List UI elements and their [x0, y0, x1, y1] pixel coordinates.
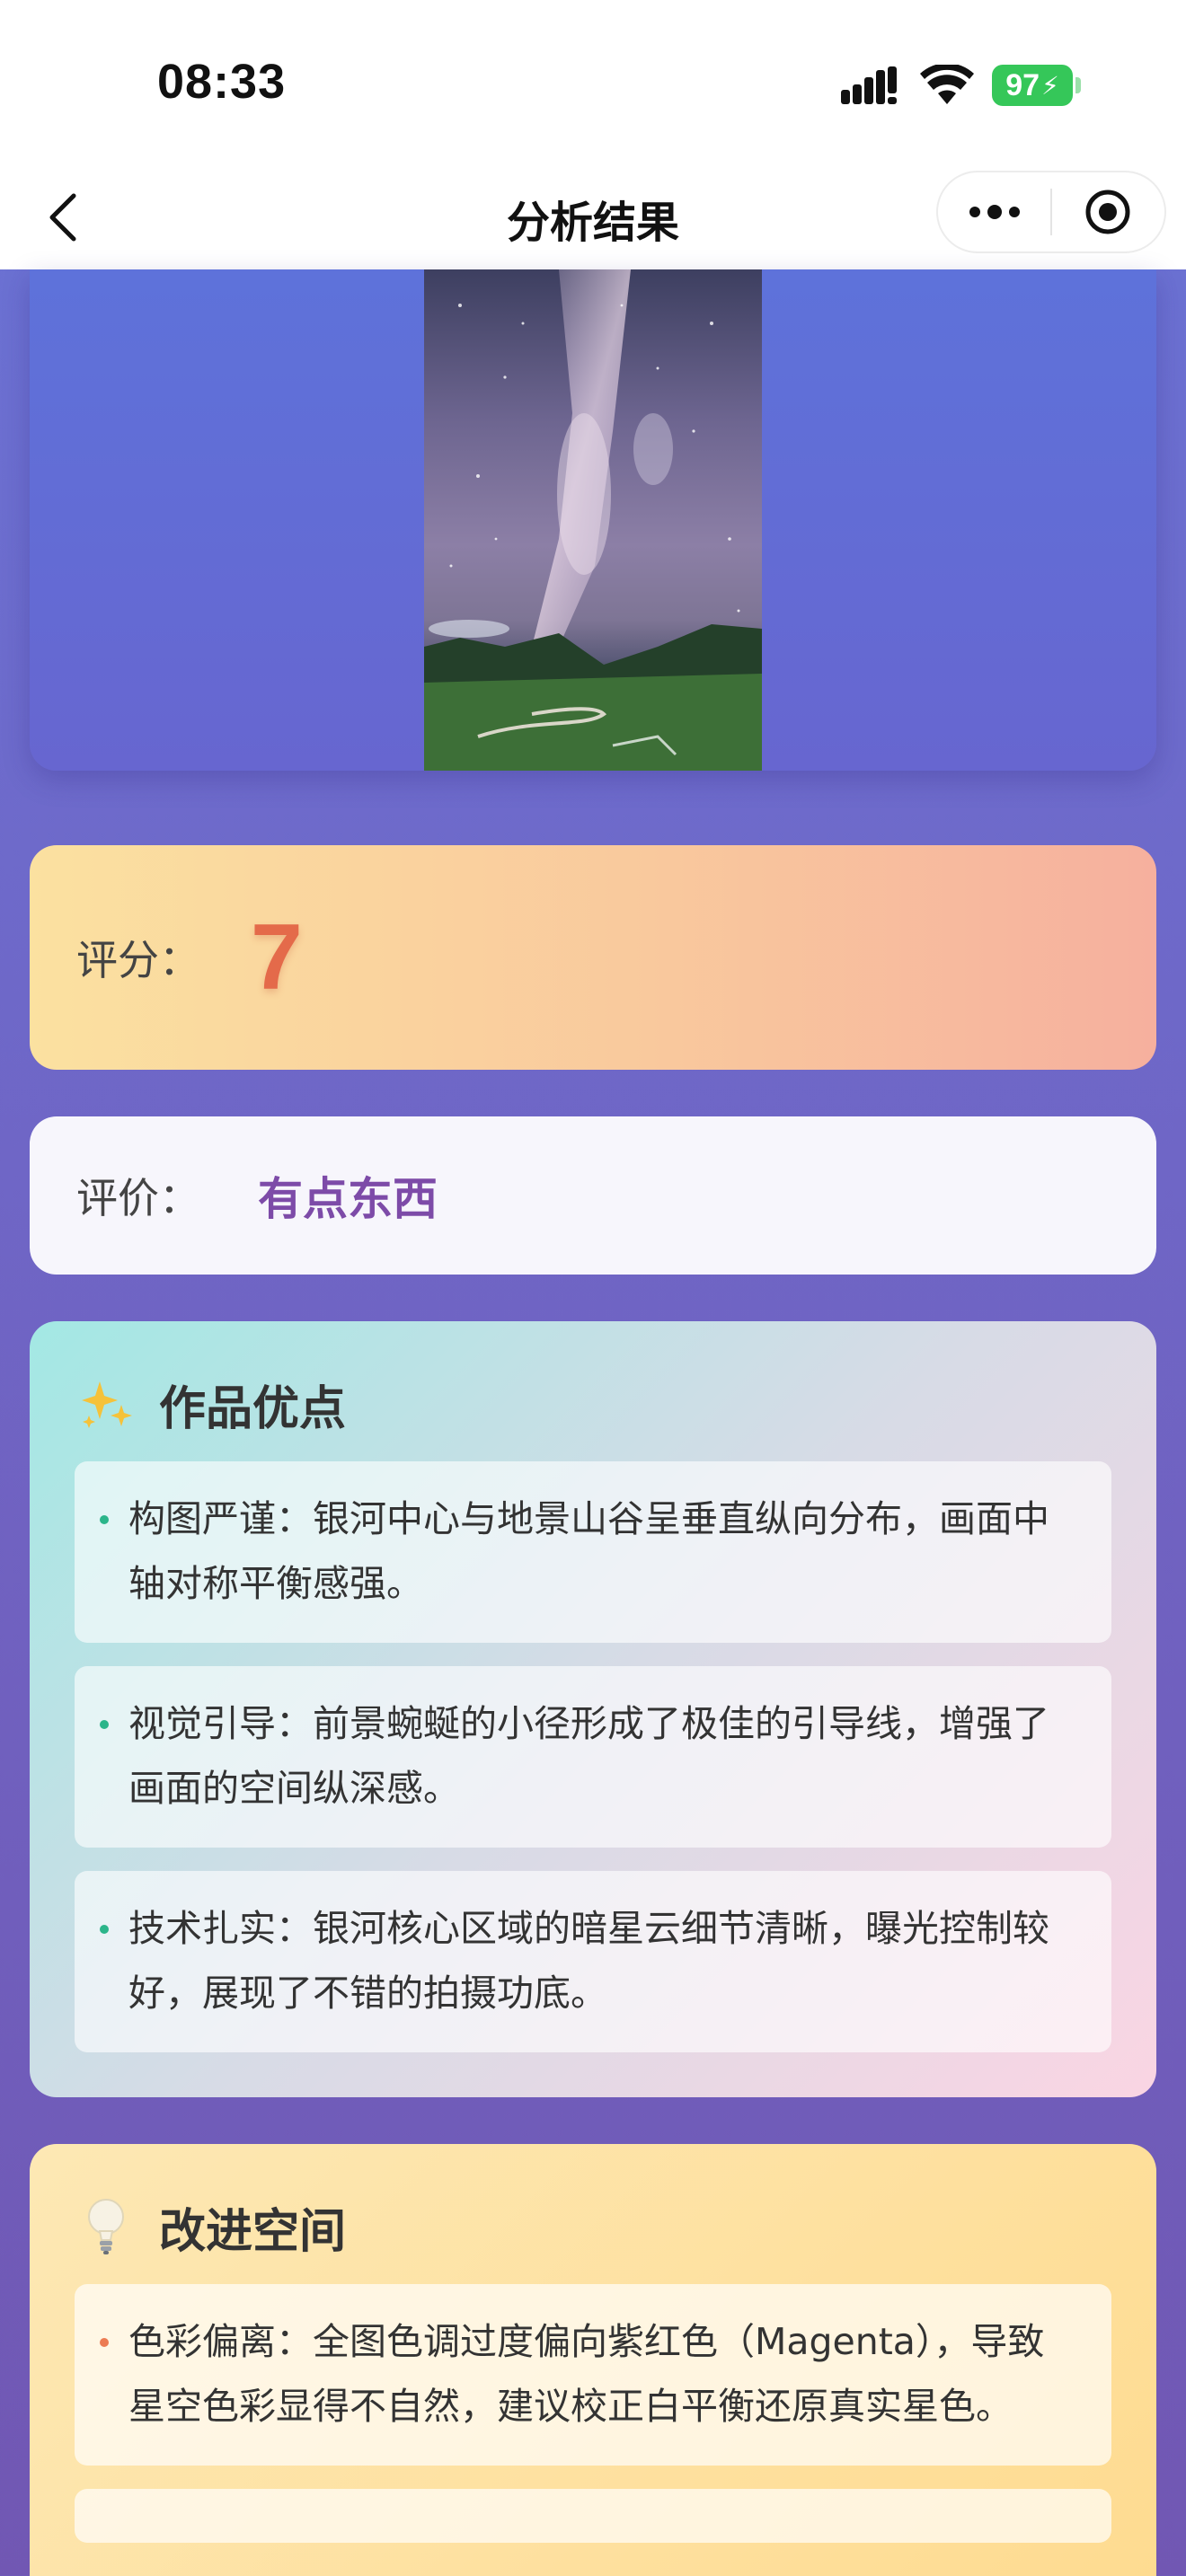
- more-button[interactable]: [938, 172, 1050, 251]
- score-label: 评分：: [76, 936, 200, 984]
- status-time: 08:33: [157, 55, 287, 109]
- improvements-header: 改进空间: [75, 2191, 1111, 2263]
- improvements-section: 改进空间 色彩偏离：全图色调过度偏向紫红色（Magenta），导致星空色彩显得不…: [30, 2144, 1156, 2576]
- list-item-text: 技术扎实：银河核心区域的暗星云细节清晰，曝光控制较好，展现了不错的拍摄功底。: [128, 1907, 1049, 2015]
- comment-value: 有点东西: [258, 1173, 438, 1225]
- strengths-title: 作品优点: [159, 1381, 347, 1436]
- wifi-icon: [920, 65, 974, 104]
- list-item: [75, 2489, 1111, 2543]
- score-card: 评分： 7: [30, 845, 1156, 1070]
- strengths-header: 作品优点: [75, 1368, 1111, 1440]
- bullet-dot: [100, 1515, 109, 1524]
- list-item-text: 构图严谨：银河中心与地景山谷呈垂直纵向分布，画面中轴对称平衡感强。: [128, 1497, 1049, 1605]
- list-item: 视觉引导：前景蜿蜒的小径形成了极佳的引导线，增强了画面的空间纵深感。: [75, 1666, 1111, 1848]
- charging-bolt-icon: ⚡: [1041, 71, 1059, 100]
- bullet-dot: [100, 1720, 109, 1729]
- list-item-text: 视觉引导：前景蜿蜒的小径形成了极佳的引导线，增强了画面的空间纵深感。: [128, 1702, 1049, 1810]
- bullet-dot: [100, 2338, 109, 2347]
- status-bar: 08:33 97 ⚡: [0, 0, 1186, 171]
- list-item: 色彩偏离：全图色调过度偏向紫红色（Magenta），导致星空色彩显得不自然，建议…: [75, 2284, 1111, 2466]
- cellular-signal-icon: [841, 66, 897, 104]
- sparkles-icon: [75, 1372, 137, 1435]
- battery-cap: [1075, 77, 1081, 93]
- score-value: 7: [251, 904, 303, 1010]
- mini-program-capsule: [936, 171, 1166, 253]
- bullet-dot: [100, 1925, 109, 1934]
- target-circle-icon: [1085, 190, 1130, 234]
- improvements-title: 改进空间: [159, 2204, 347, 2259]
- battery-level: 97: [1005, 67, 1040, 102]
- list-item-text: 色彩偏离：全图色调过度偏向紫红色（Magenta），导致星空色彩显得不自然，建议…: [128, 2320, 1045, 2428]
- close-mini-program-button[interactable]: [1052, 172, 1164, 251]
- photo-card: [30, 269, 1156, 771]
- more-dots-icon: [969, 205, 1020, 219]
- lightbulb-icon: [75, 2195, 137, 2258]
- milky-way-illustration: [424, 269, 762, 771]
- milky-way-photo[interactable]: [424, 269, 762, 771]
- strengths-list: 构图严谨：银河中心与地景山谷呈垂直纵向分布，画面中轴对称平衡感强。 视觉引导：前…: [75, 1461, 1111, 2052]
- comment-card: 评价： 有点东西: [30, 1116, 1156, 1275]
- comment-label: 评价：: [76, 1174, 200, 1222]
- strengths-section: 作品优点 构图严谨：银河中心与地景山谷呈垂直纵向分布，画面中轴对称平衡感强。 视…: [30, 1321, 1156, 2097]
- battery-indicator: 97 ⚡: [992, 65, 1073, 106]
- navigation-bar: 分析结果: [0, 171, 1186, 269]
- list-item: 构图严谨：银河中心与地景山谷呈垂直纵向分布，画面中轴对称平衡感强。: [75, 1461, 1111, 1643]
- list-item: 技术扎实：银河核心区域的暗星云细节清晰，曝光控制较好，展现了不错的拍摄功底。: [75, 1871, 1111, 2052]
- improvements-list: 色彩偏离：全图色调过度偏向紫红色（Magenta），导致星空色彩显得不自然，建议…: [75, 2284, 1111, 2543]
